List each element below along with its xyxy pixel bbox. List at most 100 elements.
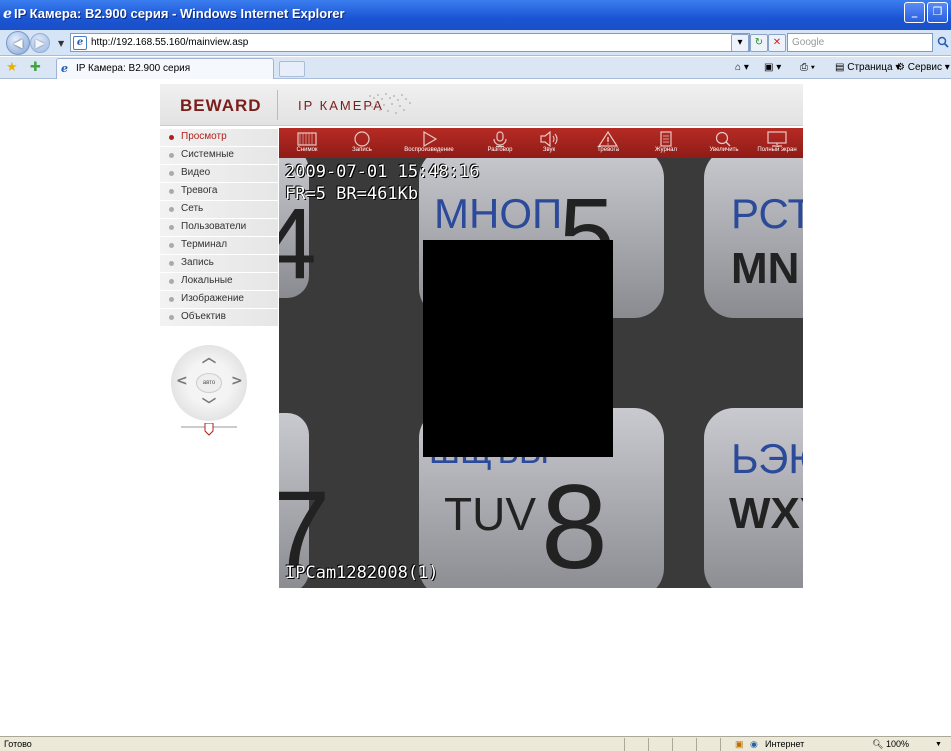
bullet-icon (169, 207, 174, 212)
stop-button[interactable]: ✕ (768, 34, 786, 52)
tools-menu[interactable]: ⚙ Сервис ▾ (896, 62, 950, 73)
record-circle-icon (354, 131, 370, 147)
tools-menu-label: Сервис (907, 62, 942, 73)
status-text: Готово (4, 739, 32, 749)
bullet-icon (169, 261, 174, 266)
status-divider (720, 738, 721, 751)
url-dropdown-button[interactable]: ▾ (731, 34, 749, 52)
search-field[interactable]: Google (787, 33, 933, 52)
keypad-text: РСТ (731, 190, 803, 237)
tab-ie-icon: e (61, 62, 68, 75)
ptz-auto-button[interactable]: авто (196, 373, 222, 393)
zoom-level-icon[interactable]: 🔍︎ (872, 739, 883, 750)
menu-item-video[interactable]: Видео (160, 165, 278, 183)
menu-item-label: Изображение (181, 293, 244, 304)
log-icon (660, 131, 672, 147)
menu-item-record[interactable]: Запись (160, 255, 278, 273)
tab-label: IP Камера: B2.900 серия (76, 63, 191, 74)
snapshot-label: Снимок (296, 147, 318, 153)
zoom-label: Увеличить (709, 147, 739, 153)
page-menu[interactable]: ▤ Страница ▾ (835, 62, 900, 73)
keypad-text: ЬЭЮ (731, 435, 803, 482)
ptz-left-icon[interactable]: < (176, 373, 188, 389)
home-icon[interactable]: ⌂ ▾ (735, 62, 749, 73)
menu-item-label: Локальные (181, 275, 233, 286)
search-placeholder: Google (792, 37, 825, 48)
ptz-right-icon[interactable]: > (231, 373, 243, 389)
camera-header: BEWARD IP КАМЕРА (160, 84, 803, 126)
menu-item-terminal[interactable]: Терминал (160, 237, 278, 255)
talk-button[interactable]: Разговор (473, 128, 527, 158)
protected-mode-icon[interactable]: ▣ (735, 739, 744, 750)
minimize-icon: _ (911, 5, 918, 18)
print-icon[interactable]: ⎙ ▾ (800, 62, 815, 73)
back-arrow-icon: ◀ (13, 36, 23, 50)
bullet-icon (169, 189, 174, 194)
minimize-button[interactable]: _ (904, 2, 925, 23)
zoom-slider[interactable] (181, 423, 237, 437)
status-divider (648, 738, 649, 751)
keypad-text: МНОП (434, 190, 562, 237)
beward-logo: BEWARD (180, 96, 262, 115)
bullet-icon (169, 153, 174, 158)
status-divider (696, 738, 697, 751)
fullscreen-label: Полный экран (757, 147, 797, 153)
favorites-star-icon[interactable]: ★ (6, 60, 18, 75)
settings-menu: Просмотр Системные Видео Тревога Сеть По… (160, 129, 278, 327)
sound-button[interactable]: Звук (529, 128, 569, 158)
microphone-icon (493, 131, 507, 147)
menu-item-view[interactable]: Просмотр (160, 129, 278, 147)
log-label: Журнал (655, 147, 677, 153)
talk-label: Разговор (487, 147, 513, 153)
sound-label: Звук (542, 147, 556, 153)
bullet-icon (169, 171, 174, 176)
maximize-button[interactable]: ❐ (927, 2, 948, 23)
menu-item-system[interactable]: Системные (160, 147, 278, 165)
playback-button[interactable]: Воспроизведение (393, 128, 465, 158)
status-divider (624, 738, 625, 751)
zoom-dropdown-icon[interactable]: ▼ (935, 741, 942, 748)
history-dropdown-icon[interactable]: ▼ (58, 39, 64, 48)
fullscreen-button[interactable]: Полный экран (751, 128, 803, 158)
menu-item-image[interactable]: Изображение (160, 291, 278, 309)
zoom-button[interactable]: Увеличить (697, 128, 751, 158)
keypad-key (704, 158, 803, 318)
add-favorites-icon[interactable]: ✚ (30, 60, 41, 75)
ptz-down-icon[interactable]: ﹀ (202, 395, 216, 415)
menu-item-label: Запись (181, 257, 214, 268)
play-icon (423, 131, 438, 147)
url-field[interactable]: e http://192.168.55.160/mainview.asp (70, 33, 750, 52)
search-icon[interactable] (937, 36, 949, 48)
restore-icon: ❐ (932, 5, 943, 18)
menu-item-network[interactable]: Сеть (160, 201, 278, 219)
zoom-level[interactable]: 100% (886, 739, 909, 749)
back-button[interactable]: ◀ (6, 31, 30, 55)
menu-item-users[interactable]: Пользователи (160, 219, 278, 237)
menu-item-alarm[interactable]: Тревога (160, 183, 278, 201)
address-bar: ◀ ▶ ▼ e http://192.168.55.160/mainview.a… (0, 30, 951, 56)
menu-item-local[interactable]: Локальные (160, 273, 278, 291)
log-button[interactable]: Журнал (641, 128, 691, 158)
live-video-view[interactable]: МНОП 5 РСТ MN 4 7 ШЩЪЫ TUV 8 ЬЭЮ WXY 200… (279, 158, 803, 588)
forward-button[interactable]: ▶ (30, 33, 50, 53)
page-menu-label: Страница (847, 62, 893, 73)
alarm-button[interactable]: Тревога (583, 128, 633, 158)
feeds-icon[interactable]: ▣ ▾ (764, 62, 781, 73)
new-tab-button[interactable] (279, 61, 305, 77)
keypad-text: WXY (729, 489, 803, 538)
osd-stream-stats: FR=5 BR=461Kb (285, 184, 419, 204)
window-titlebar: e IP Камера: B2.900 серия - Windows Inte… (0, 0, 951, 30)
window-title: IP Камера: B2.900 серия - Windows Intern… (14, 6, 345, 21)
record-button[interactable]: Запись (335, 128, 389, 158)
menu-item-label: Видео (181, 167, 211, 178)
speaker-icon (540, 131, 558, 147)
record-label: Запись (352, 147, 372, 153)
tab-active[interactable]: e IP Камера: B2.900 серия (56, 58, 274, 79)
ptz-up-icon[interactable]: ︿ (202, 347, 216, 367)
security-zone-label: Интернет (765, 739, 805, 749)
snapshot-button[interactable]: Снимок (281, 128, 333, 158)
menu-item-label: Системные (181, 149, 234, 160)
refresh-button[interactable]: ↻ (750, 34, 768, 52)
menu-item-label: Объектив (181, 311, 226, 322)
menu-item-lens[interactable]: Объектив (160, 309, 278, 327)
